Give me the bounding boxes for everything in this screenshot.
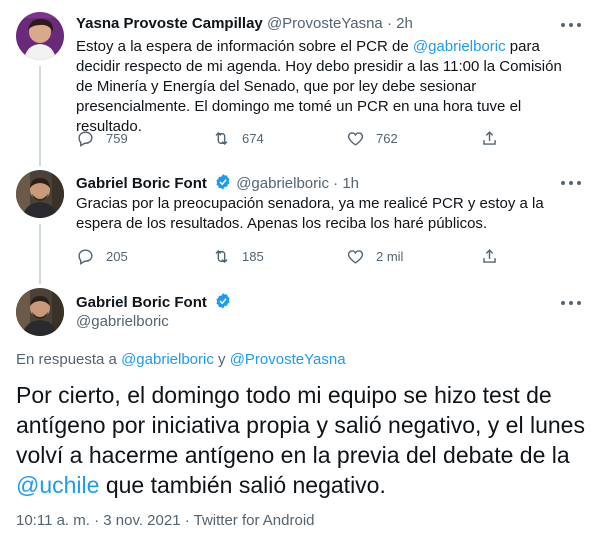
verified-badge-icon bbox=[216, 293, 230, 309]
tweet-text-part: Por cierto, el domingo todo mi equipo se… bbox=[16, 382, 585, 468]
tweet-text-part: que también salió negativo. bbox=[99, 472, 386, 498]
author-name[interactable]: Gabriel Boric Font bbox=[76, 175, 207, 192]
avatar[interactable] bbox=[16, 288, 64, 336]
share-icon bbox=[483, 130, 496, 145]
reply-user-link[interactable]: @ProvosteYasna bbox=[230, 351, 346, 368]
retweet-button[interactable]: 674 bbox=[212, 128, 264, 148]
retweet-button[interactable]: 185 bbox=[212, 246, 264, 266]
author-handle[interactable]: @gabrielboric bbox=[236, 175, 329, 192]
verified-badge-icon bbox=[216, 174, 230, 190]
retweet-count: 185 bbox=[242, 248, 264, 264]
tweet-text-part: Estoy a la espera de información sobre e… bbox=[76, 38, 413, 55]
mention-link[interactable]: @gabrielboric bbox=[413, 38, 506, 55]
share-button[interactable] bbox=[480, 128, 510, 148]
reply-count: 759 bbox=[106, 130, 128, 146]
like-count: 2 mil bbox=[376, 248, 404, 264]
tweet-time[interactable]: 2h bbox=[396, 15, 413, 32]
share-button[interactable] bbox=[480, 246, 510, 266]
author-name[interactable]: Gabriel Boric Font bbox=[76, 294, 207, 311]
tweet-text: Gracias por la preocupación senadora, ya… bbox=[76, 195, 544, 232]
reply-prefix: En respuesta a bbox=[16, 351, 122, 368]
tweet-timestamp[interactable]: 10:11 a. m. · 3 nov. 2021 · Twitter for … bbox=[16, 512, 315, 529]
share-icon bbox=[483, 248, 496, 263]
like-button[interactable]: 2 mil bbox=[346, 246, 403, 266]
separator-dot: · bbox=[333, 175, 339, 192]
tweet-time[interactable]: 1h bbox=[342, 175, 359, 192]
reply-button[interactable]: 205 bbox=[76, 246, 128, 266]
heart-icon bbox=[347, 131, 364, 146]
author-handle[interactable]: @gabrielboric bbox=[76, 313, 169, 330]
reply-joiner: y bbox=[213, 351, 230, 368]
heart-icon bbox=[347, 249, 364, 264]
tweet-text: Estoy a la espera de información sobre e… bbox=[76, 37, 576, 137]
more-options-button[interactable] bbox=[561, 176, 581, 190]
retweet-icon bbox=[215, 249, 228, 263]
tweet-boric-reply[interactable]: Gabriel Boric Font @gabrielboric · 1h Gr… bbox=[0, 170, 597, 280]
reply-icon bbox=[78, 130, 93, 147]
reply-icon bbox=[78, 248, 93, 265]
tweet-header: Gabriel Boric Font @gabrielboric · 1h bbox=[76, 173, 359, 192]
author-name[interactable]: Yasna Provoste Campillay bbox=[76, 15, 263, 32]
main-author-name[interactable]: Gabriel Boric Font bbox=[76, 292, 232, 311]
reply-button[interactable]: 759 bbox=[76, 128, 128, 148]
like-button[interactable]: 762 bbox=[346, 128, 398, 148]
tweet-header: Yasna Provoste Campillay @ProvosteYasna … bbox=[76, 15, 413, 32]
reply-count: 205 bbox=[106, 248, 128, 264]
like-count: 762 bbox=[376, 130, 398, 146]
avatar[interactable] bbox=[16, 170, 64, 218]
more-options-button[interactable] bbox=[561, 296, 581, 310]
tweet-provoste[interactable]: Yasna Provoste Campillay @ProvosteYasna … bbox=[0, 0, 597, 170]
tweet-actions: 205 185 2 mil bbox=[76, 246, 496, 266]
retweet-icon bbox=[215, 131, 228, 145]
replying-to: En respuesta a @gabrielboric y @Provoste… bbox=[16, 351, 346, 368]
main-author-handle[interactable]: @gabrielboric bbox=[76, 313, 169, 330]
more-options-button[interactable] bbox=[561, 18, 581, 32]
main-tweet-text: Por cierto, el domingo todo mi equipo se… bbox=[16, 380, 586, 500]
reply-user-link[interactable]: @gabrielboric bbox=[121, 351, 214, 368]
separator-dot: · bbox=[386, 15, 392, 32]
author-handle[interactable]: @ProvosteYasna bbox=[267, 15, 383, 32]
avatar[interactable] bbox=[16, 12, 64, 60]
tweet-actions: 759 674 762 bbox=[76, 128, 496, 148]
mention-link[interactable]: @uchile bbox=[16, 472, 99, 498]
retweet-count: 674 bbox=[242, 130, 264, 146]
